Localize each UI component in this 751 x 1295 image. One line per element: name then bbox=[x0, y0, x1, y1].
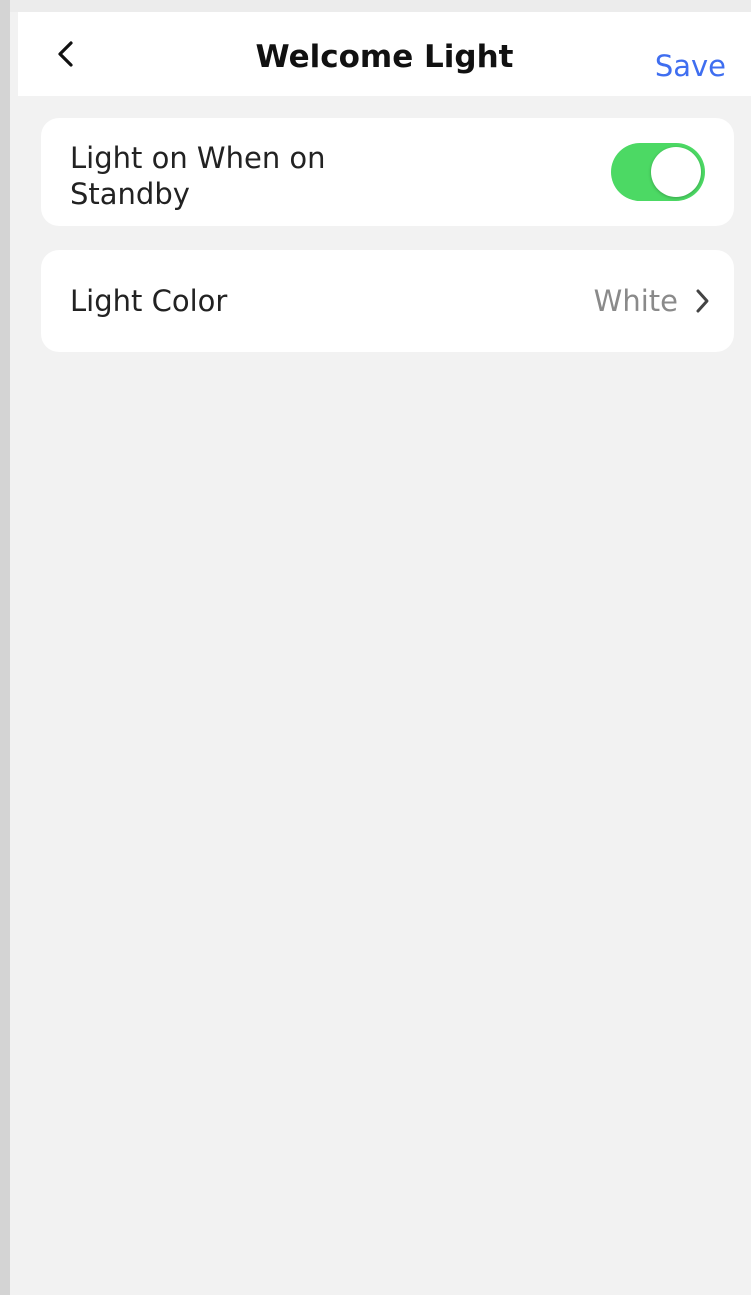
header-bar: Welcome Light Save bbox=[18, 12, 751, 96]
chevron-right-icon bbox=[692, 287, 712, 315]
welcome-light-screen: Welcome Light Save Light on When on Stan… bbox=[18, 12, 751, 1295]
standby-light-label: Light on When on Standby bbox=[70, 141, 326, 211]
save-button[interactable]: Save bbox=[655, 48, 726, 84]
standby-light-row: Light on When on Standby bbox=[41, 118, 734, 226]
window-left-edge bbox=[0, 0, 10, 1295]
light-color-value: White bbox=[593, 284, 678, 318]
light-color-label: Light Color bbox=[70, 284, 228, 318]
standby-light-toggle[interactable] bbox=[611, 143, 705, 201]
page-title: Welcome Light bbox=[255, 39, 514, 75]
toggle-knob bbox=[651, 147, 701, 197]
light-color-row[interactable]: Light Color White bbox=[41, 250, 734, 352]
window-top-edge bbox=[10, 0, 751, 12]
